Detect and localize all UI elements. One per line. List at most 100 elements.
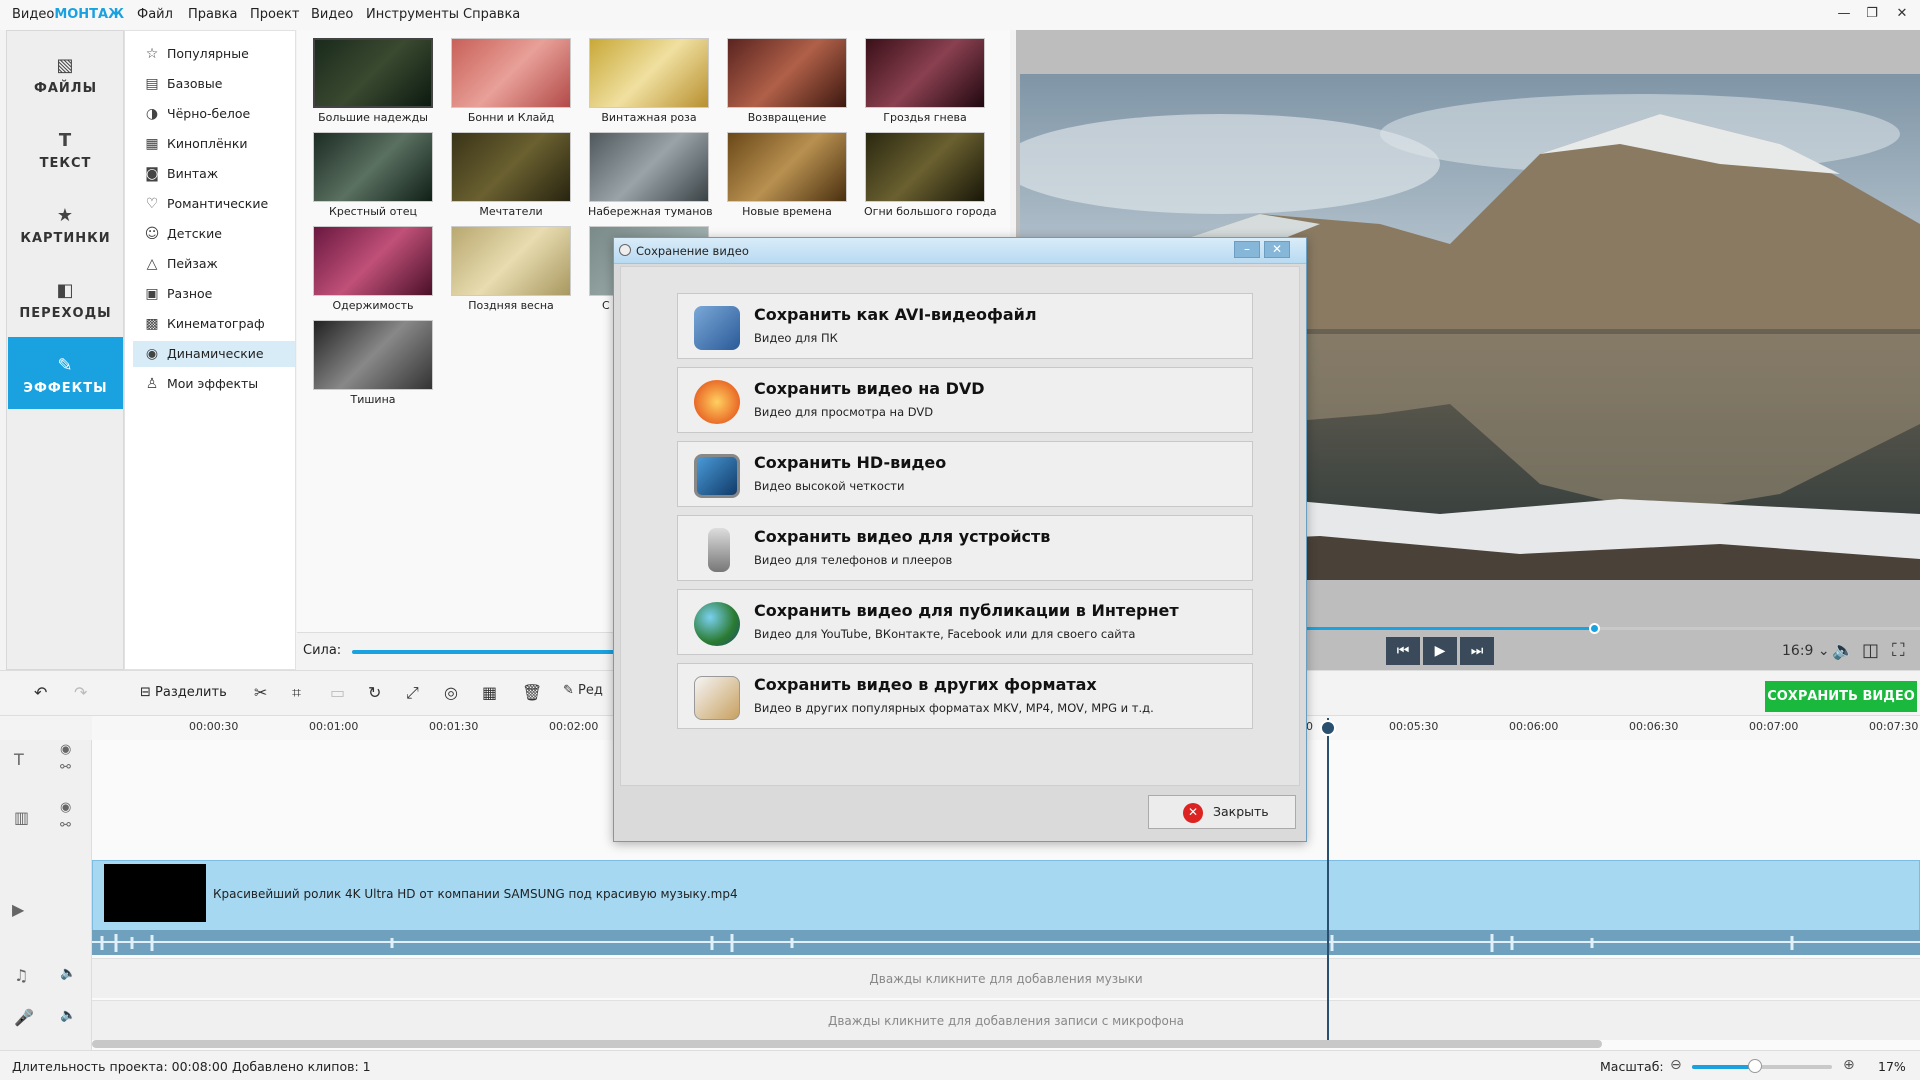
stabilize-icon[interactable]: ◎ <box>444 683 458 702</box>
category-cinema[interactable]: ▩ Кинематограф <box>133 311 295 337</box>
effect-tile[interactable]: Гроздья гнева <box>864 38 986 124</box>
eye-icon[interactable]: ◉ <box>60 742 71 757</box>
save-internet-option[interactable]: Сохранить видео для публикации в Интерне… <box>677 589 1253 655</box>
save-video-button[interactable]: СОХРАНИТЬ ВИДЕО <box>1765 681 1917 712</box>
category-my-effects[interactable]: ♙ Мои эффекты <box>133 371 295 397</box>
effect-tile[interactable]: Винтажная роза <box>588 38 710 124</box>
effect-tile[interactable]: Одержимость <box>312 226 434 312</box>
save-devices-option[interactable]: Сохранить видео для устройств Видео для … <box>677 515 1253 581</box>
add-clip-icon[interactable]: ▦ <box>482 683 497 702</box>
effect-tile[interactable]: Поздняя весна <box>450 226 572 312</box>
menu-help[interactable]: Справка <box>463 7 520 22</box>
category-romantic[interactable]: ♡ Романтические <box>133 191 295 217</box>
save-dvd-option[interactable]: Сохранить видео на DVD Видео для просмот… <box>677 367 1253 433</box>
effect-tile[interactable]: Возвращение <box>726 38 848 124</box>
effect-thumb <box>313 226 433 296</box>
menu-video[interactable]: Видео <box>311 7 353 22</box>
nav-effects[interactable]: ✎ ЭФФЕКТЫ <box>8 337 123 409</box>
resize-icon[interactable]: ⤢ <box>406 683 419 703</box>
effect-tile[interactable]: Новые времена <box>726 132 848 218</box>
category-dynamic[interactable]: ◉ Динамические <box>133 341 295 367</box>
link-icon[interactable]: ⚯ <box>60 760 71 775</box>
category-misc[interactable]: ▣ Разное <box>133 281 295 307</box>
effect-tile[interactable]: Бонни и Клайд <box>450 38 572 124</box>
close-circle-icon: ✕ <box>1183 803 1203 823</box>
save-avi-option[interactable]: Сохранить как AVI-видеофайл Видео для ПК <box>677 293 1253 359</box>
menu-edit[interactable]: Правка <box>188 7 237 22</box>
category-bw[interactable]: ◑ Чёрно-белое <box>133 101 295 127</box>
nav-text[interactable]: T ТЕКСТ <box>8 112 123 184</box>
zoom-in-icon[interactable]: ⊕ <box>1843 1057 1855 1073</box>
camera-icon: ◙ <box>145 166 159 182</box>
close-window-icon[interactable]: ✕ <box>1892 6 1912 21</box>
microphone-icon: 🎤 <box>14 1008 34 1027</box>
user-icon: ♙ <box>145 376 159 392</box>
delete-icon[interactable]: 🗑 <box>522 683 542 702</box>
effect-tile[interactable]: Мечтатели <box>450 132 572 218</box>
playhead-handle[interactable] <box>1320 720 1336 736</box>
image-icon: ▧ <box>56 55 75 76</box>
save-other-formats-option[interactable]: Сохранить видео в других форматах Видео … <box>677 663 1253 729</box>
category-film[interactable]: ▦ Киноплёнки <box>133 131 295 157</box>
menu-project[interactable]: Проект <box>250 7 299 22</box>
playhead[interactable] <box>1327 718 1329 1040</box>
split-button[interactable]: ⊟ Разделить <box>140 685 227 700</box>
tick-label: 00:00:30 <box>189 720 239 733</box>
menu-file[interactable]: Файл <box>137 7 173 22</box>
category-vintage[interactable]: ◙ Винтаж <box>133 161 295 187</box>
volume-icon[interactable]: 🔈 <box>1832 640 1854 661</box>
prev-frame-button[interactable]: ⏮ <box>1386 637 1420 665</box>
effect-tile[interactable]: Крестный отец <box>312 132 434 218</box>
strength-slider[interactable] <box>352 650 652 654</box>
snapshot-icon[interactable]: ◫ <box>1862 640 1879 661</box>
close-button[interactable]: ✕ Закрыть <box>1148 795 1296 829</box>
timeline-scrollbar[interactable] <box>92 1040 1602 1048</box>
seek-handle[interactable] <box>1589 623 1600 634</box>
scissors-icon[interactable]: ✂ <box>254 683 267 702</box>
maximize-icon[interactable]: ❐ <box>1862 6 1882 21</box>
music-track[interactable]: Дважды кликните для добавления музыки <box>92 958 1920 998</box>
effect-thumb <box>313 38 433 108</box>
link-icon[interactable]: ⚯ <box>60 818 71 833</box>
misc-icon: ▣ <box>145 286 159 302</box>
zoom-handle[interactable] <box>1748 1059 1762 1073</box>
tick-label: 00:06:30 <box>1629 720 1679 733</box>
nav-transitions[interactable]: ◧ ПЕРЕХОДЫ <box>8 262 123 334</box>
mic-track[interactable]: Дважды кликните для добавления записи с … <box>92 1000 1920 1040</box>
effect-tile[interactable]: Тишина <box>312 320 434 406</box>
speaker-icon[interactable]: 🔈 <box>60 966 76 981</box>
tick-label: 00:06:00 <box>1509 720 1559 733</box>
effect-tile[interactable]: Большие надежды <box>312 38 434 124</box>
dialog-close-icon[interactable]: ✕ <box>1264 241 1290 258</box>
effect-thumb <box>451 38 571 108</box>
zoom-out-icon[interactable]: ⊖ <box>1670 1057 1682 1073</box>
category-kids[interactable]: ☺ Детские <box>133 221 295 247</box>
menu-tools[interactable]: Инструменты <box>366 7 459 22</box>
undo-icon[interactable]: ↶ <box>34 683 47 702</box>
aspect-ratio-select[interactable]: 16:9 ⌄ <box>1782 643 1830 659</box>
speaker-icon[interactable]: 🔈 <box>60 1008 76 1023</box>
nav-files[interactable]: ▧ ФАЙЛЫ <box>8 37 123 109</box>
eye-icon[interactable]: ◉ <box>60 800 71 815</box>
redo-icon[interactable]: ↷ <box>74 683 87 702</box>
minimize-icon[interactable]: — <box>1834 6 1854 21</box>
rotate-icon[interactable]: ↻ <box>368 683 381 702</box>
save-hd-option[interactable]: Сохранить HD-видео Видео высокой четкост… <box>677 441 1253 507</box>
effect-thumb <box>727 38 847 108</box>
category-basic[interactable]: ▤ Базовые <box>133 71 295 97</box>
fullscreen-icon[interactable]: ⛶ <box>1892 640 1905 661</box>
dialog-minimize-icon[interactable]: – <box>1234 241 1260 258</box>
category-popular[interactable]: ☆ Популярные <box>133 41 295 67</box>
crop-icon[interactable]: ⌗ <box>292 683 301 703</box>
effect-tile[interactable]: Набережная туманов <box>588 132 713 218</box>
category-landscape[interactable]: △ Пейзаж <box>133 251 295 277</box>
nav-pictures[interactable]: ★ КАРТИНКИ <box>8 187 123 259</box>
effect-tile[interactable]: Огни большого города <box>864 132 997 218</box>
frame-icon[interactable]: ▭ <box>330 683 345 702</box>
tick-label: 0 <box>1306 720 1313 733</box>
text-track-icon: T <box>14 750 24 769</box>
play-button[interactable]: ▶ <box>1423 637 1457 665</box>
next-frame-button[interactable]: ⏭ <box>1460 637 1494 665</box>
edit-button[interactable]: ✎ Ред <box>563 683 603 698</box>
dialog-app-icon <box>619 244 631 256</box>
